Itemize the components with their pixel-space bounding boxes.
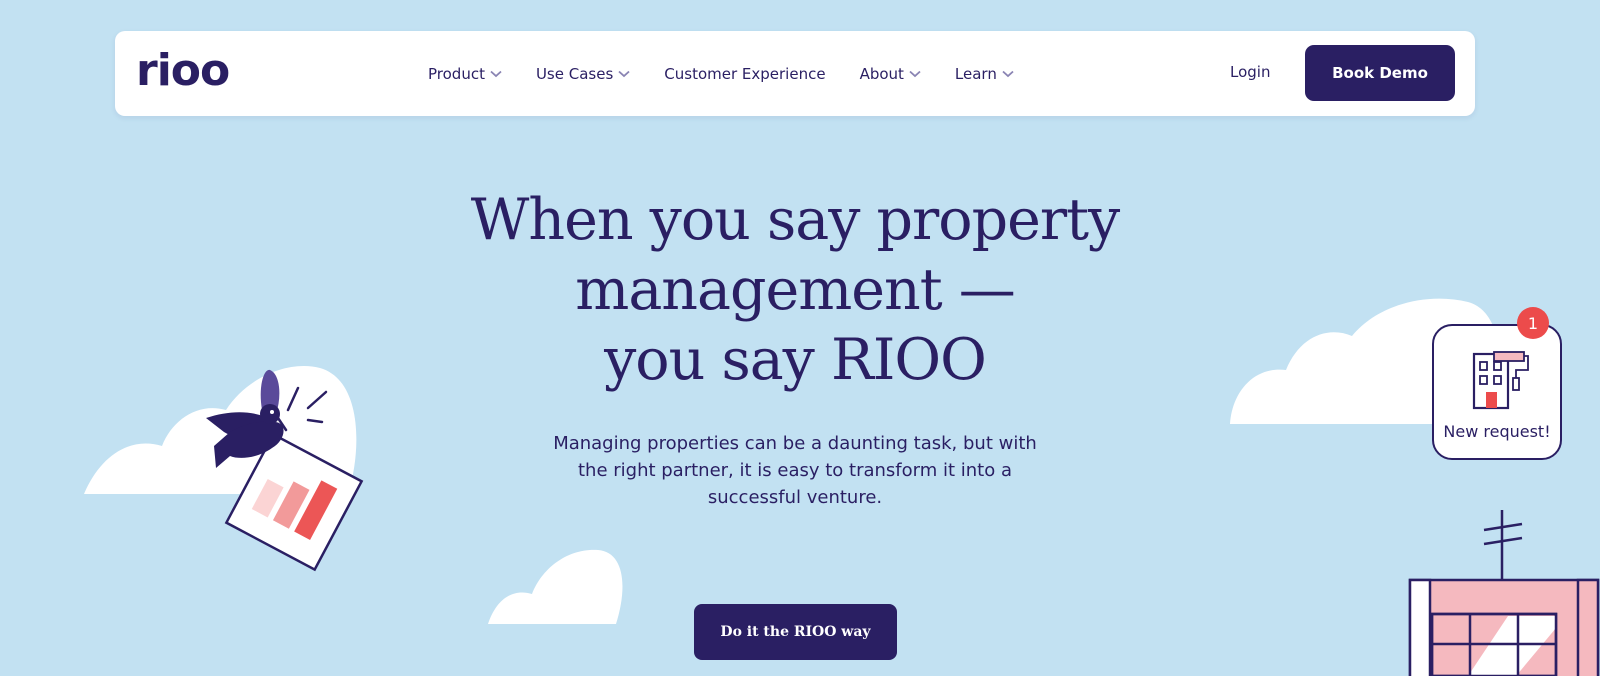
hero-subtitle-line: Managing properties can be a daunting ta… bbox=[553, 433, 1037, 454]
nav-item-about[interactable]: About bbox=[860, 65, 921, 83]
rioo-logo[interactable]: rioo bbox=[136, 46, 230, 96]
hero-title-line: When you say property bbox=[470, 187, 1120, 253]
nav-item-label: Use Cases bbox=[535, 64, 614, 83]
nav-item-learn[interactable]: Learn bbox=[955, 65, 1014, 83]
hero-subtitle-line: successful venture. bbox=[707, 487, 883, 508]
cta-button[interactable]: Do it the RIOO way bbox=[694, 604, 897, 660]
nav-item-label: Product bbox=[428, 64, 485, 83]
book-demo-button[interactable]: Book Demo bbox=[1305, 45, 1455, 101]
main-nav: Product Use Cases Customer Experience Ab… bbox=[428, 31, 1048, 116]
building-paint-icon bbox=[1472, 351, 1529, 410]
hero-title: When you say property management — you s… bbox=[400, 185, 1190, 395]
nav-item-label: Learn bbox=[954, 64, 997, 83]
cloud-bottom-illustration bbox=[488, 549, 623, 624]
notification-badge: 1 bbox=[1517, 307, 1549, 339]
chevron-down-icon bbox=[909, 70, 921, 77]
new-request-card[interactable]: New request! bbox=[1432, 324, 1562, 460]
nav-item-customer-experience[interactable]: Customer Experience bbox=[664, 65, 825, 83]
nav-item-use-cases[interactable]: Use Cases bbox=[536, 65, 630, 83]
new-request-label: New request! bbox=[1443, 422, 1551, 441]
login-link[interactable]: Login bbox=[1230, 63, 1270, 81]
chevron-down-icon bbox=[490, 70, 502, 77]
hero-title-line: you say RIOO bbox=[604, 327, 987, 393]
antenna-illustration bbox=[1483, 510, 1523, 582]
chevron-down-icon bbox=[1002, 70, 1014, 77]
hero-subtitle: Managing properties can be a daunting ta… bbox=[530, 430, 1060, 511]
nav-item-label: About bbox=[859, 64, 904, 83]
building-illustration bbox=[1408, 578, 1600, 676]
nav-item-product[interactable]: Product bbox=[428, 65, 502, 83]
top-navbar: rioo Product Use Cases Customer Experien… bbox=[115, 31, 1475, 116]
hero-title-line: management — bbox=[575, 257, 1015, 323]
hero-subtitle-line: the right partner, it is easy to transfo… bbox=[577, 460, 1013, 481]
chevron-down-icon bbox=[618, 70, 630, 77]
bird-chart-illustration bbox=[206, 369, 364, 572]
nav-item-label: Customer Experience bbox=[664, 64, 826, 83]
